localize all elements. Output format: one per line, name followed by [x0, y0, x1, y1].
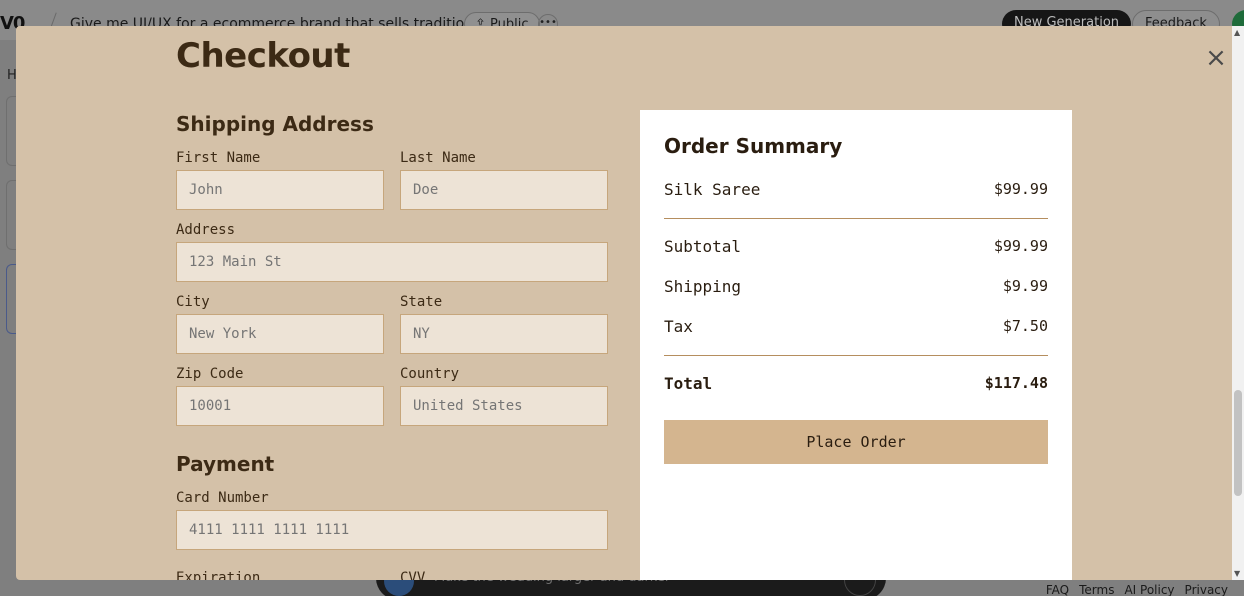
shipping-value: $9.99	[1002, 277, 1048, 295]
country-label: Country	[400, 366, 460, 382]
close-icon[interactable]: ×	[1204, 45, 1228, 71]
address-field[interactable]	[176, 242, 608, 282]
subtotal-label: Subtotal	[664, 237, 742, 256]
last-name-label: Last Name	[400, 150, 476, 166]
total-label: Total	[664, 374, 713, 393]
address-label: Address	[176, 222, 236, 238]
city-field[interactable]	[176, 314, 384, 354]
shipping-row: Shipping $9.99	[664, 277, 1048, 296]
scroll-up-icon[interactable]: ▲	[1234, 28, 1240, 37]
footer-link-faq[interactable]: FAQ	[1046, 583, 1069, 596]
state-field[interactable]	[400, 314, 608, 354]
expiration-label: Expiration	[176, 570, 261, 580]
subtotal-value: $99.99	[993, 237, 1048, 255]
tax-label: Tax	[664, 317, 693, 336]
page-scrollbar[interactable]: ▲ ▼	[1232, 26, 1244, 580]
subtotal-row: Subtotal $99.99	[664, 237, 1048, 256]
page-title: Checkout	[176, 36, 350, 76]
footer-link-ai-policy[interactable]: AI Policy	[1124, 583, 1174, 596]
first-name-label: First Name	[176, 150, 261, 166]
last-name-field[interactable]	[400, 170, 608, 210]
summary-divider	[664, 218, 1048, 219]
footer-link-terms[interactable]: Terms	[1079, 583, 1114, 596]
zip-field[interactable]	[176, 386, 384, 426]
tax-value: $7.50	[1002, 317, 1048, 335]
state-label: State	[400, 294, 443, 310]
shipping-label: Shipping	[664, 277, 742, 296]
item-name: Silk Saree	[664, 180, 761, 199]
shipping-heading: Shipping Address	[176, 112, 374, 136]
first-name-field[interactable]	[176, 170, 384, 210]
order-summary-heading: Order Summary	[664, 134, 843, 158]
total-row: Total $117.48	[664, 374, 1048, 393]
footer-link-privacy[interactable]: Privacy	[1185, 583, 1228, 596]
footer-links: FAQ Terms AI Policy Privacy	[1046, 583, 1228, 596]
city-label: City	[176, 294, 210, 310]
scrollbar-thumb[interactable]	[1234, 390, 1242, 496]
scroll-down-icon[interactable]: ▼	[1234, 569, 1240, 578]
checkout-modal: × Checkout Shipping Address First Name L…	[16, 26, 1232, 580]
order-summary-card: Order Summary Silk Saree $99.99 Subtotal…	[640, 110, 1072, 580]
cart-item-row: Silk Saree $99.99	[664, 180, 1048, 199]
country-field[interactable]	[400, 386, 608, 426]
total-value: $117.48	[984, 374, 1048, 392]
payment-heading: Payment	[176, 452, 275, 476]
summary-divider	[664, 355, 1048, 356]
zip-label: Zip Code	[176, 366, 244, 382]
cvv-label: CVV	[400, 570, 426, 580]
tax-row: Tax $7.50	[664, 317, 1048, 336]
card-number-label: Card Number	[176, 490, 269, 506]
card-number-field[interactable]	[176, 510, 608, 550]
place-order-button[interactable]: Place Order	[664, 420, 1048, 464]
item-price: $99.99	[993, 180, 1048, 198]
